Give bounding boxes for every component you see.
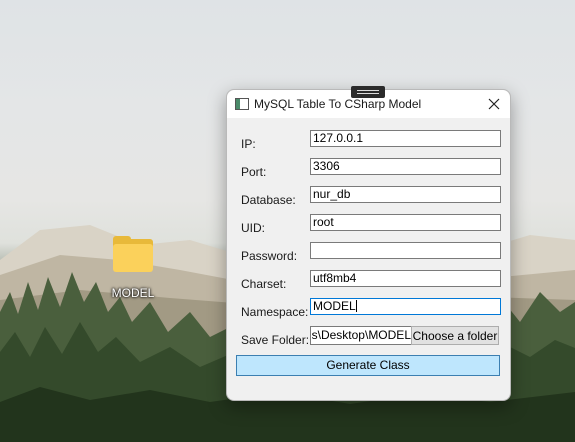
ip-label: IP: bbox=[241, 137, 256, 151]
window-title: MySQL Table To CSharp Model bbox=[254, 97, 422, 111]
desktop-folder-model[interactable]: MODEL bbox=[103, 236, 163, 300]
close-button[interactable] bbox=[478, 90, 510, 118]
port-label: Port: bbox=[241, 165, 267, 179]
save-folder-label: Save Folder: bbox=[241, 333, 310, 347]
choose-folder-button[interactable]: Choose a folder bbox=[411, 326, 499, 345]
desktop-folder-label: MODEL bbox=[111, 286, 155, 300]
folder-icon bbox=[111, 236, 155, 272]
charset-label: Charset: bbox=[241, 277, 287, 291]
database-label: Database: bbox=[241, 193, 296, 207]
password-field[interactable] bbox=[310, 242, 501, 259]
namespace-value: MODEL bbox=[313, 299, 356, 313]
app-window-icon bbox=[235, 98, 249, 110]
password-label: Password: bbox=[241, 249, 298, 263]
generate-class-button[interactable]: Generate Class bbox=[236, 355, 500, 376]
drag-handle-icon[interactable] bbox=[351, 86, 385, 98]
app-window: MySQL Table To CSharp Model IP: 127.0.0.… bbox=[226, 86, 511, 401]
database-field[interactable]: nur_db bbox=[310, 186, 501, 203]
charset-field[interactable]: utf8mb4 bbox=[310, 270, 501, 287]
text-caret bbox=[355, 300, 357, 312]
namespace-label: Namespace: bbox=[241, 305, 309, 319]
ip-field[interactable]: 127.0.0.1 bbox=[310, 130, 501, 147]
uid-field[interactable]: root bbox=[310, 214, 501, 231]
namespace-field[interactable]: MODEL bbox=[310, 298, 501, 315]
uid-label: UID: bbox=[241, 221, 265, 235]
close-icon bbox=[488, 98, 500, 110]
save-folder-field[interactable]: s\Desktop\MODEL bbox=[310, 326, 412, 345]
port-field[interactable]: 3306 bbox=[310, 158, 501, 175]
